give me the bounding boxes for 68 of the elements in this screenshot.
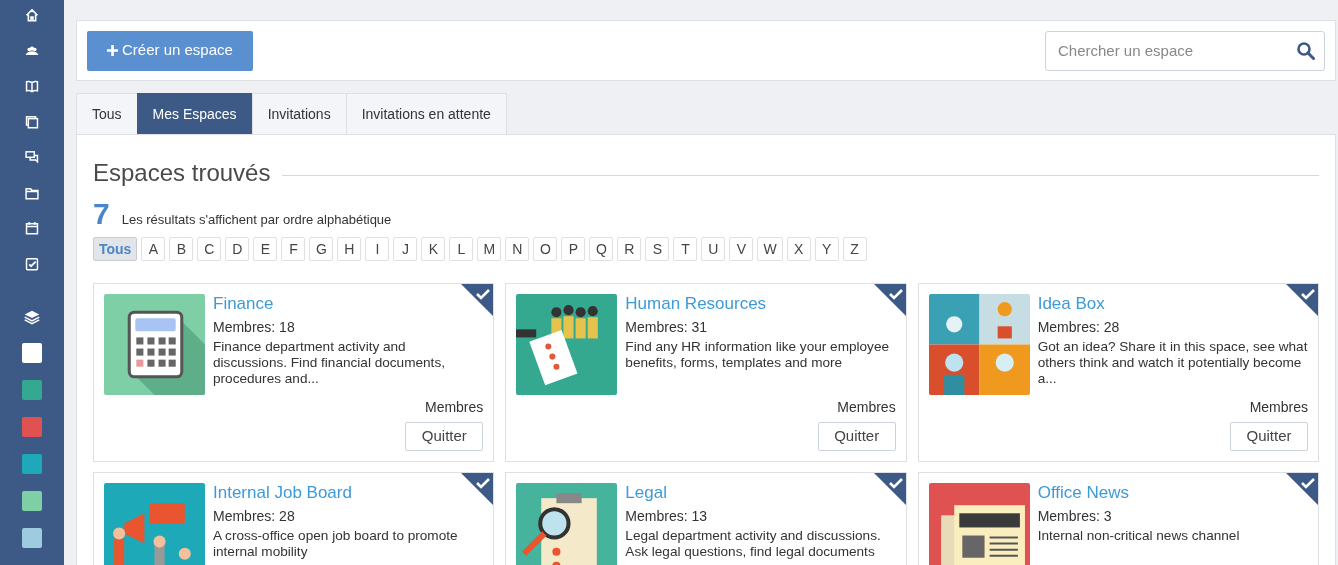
search-icon[interactable] [1297, 41, 1315, 60]
space-description: A cross-office open job board to promote internal mobility [213, 528, 459, 560]
member-count: Membres: 31 [625, 318, 709, 336]
letter-filter[interactable]: T [673, 237, 698, 261]
space-thumbnail[interactable] [22, 491, 42, 511]
member-count: Membres: 13 [625, 507, 709, 525]
space-thumbnail[interactable] [22, 417, 42, 437]
letter-filter[interactable]: N [505, 237, 530, 261]
tab[interactable]: Tous [76, 93, 138, 134]
letter-filter[interactable]: G [309, 237, 334, 261]
letter-filter[interactable]: F [281, 237, 306, 261]
space-thumbnail[interactable] [22, 528, 42, 548]
layers-icon[interactable] [23, 308, 41, 325]
member-count: Membres: 18 [213, 318, 296, 336]
letter-filter[interactable]: D [225, 237, 250, 261]
leave-button[interactable]: Quitter [817, 422, 896, 451]
letter-filter[interactable]: L [449, 237, 474, 261]
space-description: Internal non-critical news channel [1037, 528, 1241, 544]
letter-filter[interactable]: O [533, 237, 558, 261]
space-description: Finance department activity and discussions. Find financial documents, procedures and... [213, 339, 446, 387]
leave-button[interactable]: Quitter [1230, 422, 1308, 451]
letter-filter[interactable]: P [561, 237, 586, 261]
folder-icon[interactable] [24, 185, 40, 201]
tab[interactable]: Mes Espaces [136, 93, 253, 134]
result-count: 7 [93, 199, 110, 229]
tab[interactable]: Invitations en attente [345, 93, 507, 134]
home-icon[interactable] [24, 8, 40, 23]
book-icon[interactable] [24, 79, 40, 94]
letter-filter[interactable]: B [169, 237, 194, 261]
letter-filter[interactable]: I [365, 237, 390, 261]
tab[interactable]: Invitations [251, 93, 347, 134]
letter-filter[interactable]: U [701, 237, 726, 261]
leave-button[interactable]: Quitter [405, 422, 484, 451]
letter-filter[interactable]: Y [814, 237, 839, 261]
space-thumbnail[interactable] [22, 454, 42, 474]
calendar-icon[interactable] [24, 221, 40, 237]
chat-icon[interactable] [24, 150, 40, 165]
letter-filter[interactable]: M [477, 237, 502, 261]
plus-icon [107, 45, 118, 56]
space-description: Find any HR information like your employee benefits, forms, templates and more [625, 339, 890, 371]
member-count: Membres: 28 [213, 507, 296, 525]
letter-filter[interactable]: C [197, 237, 222, 261]
letter-filter[interactable]: J [393, 237, 418, 261]
letter-filter[interactable]: Z [842, 237, 867, 261]
space-description: Legal department activity and discussions. Ask legal questions, find legal documents [625, 528, 882, 560]
membership-role: Membres [423, 398, 484, 417]
space-thumbnail[interactable] [22, 343, 42, 363]
letter-filter[interactable]: H [337, 237, 362, 261]
member-count: Membres: 28 [1037, 318, 1121, 336]
letter-filter[interactable]: A [141, 237, 166, 261]
letter-filter[interactable]: K [421, 237, 446, 261]
letter-filter[interactable]: W [757, 237, 783, 261]
letter-filter[interactable]: Q [589, 237, 614, 261]
membership-role: Membres [1248, 398, 1308, 417]
section-heading: Espaces trouvés [93, 158, 271, 188]
letter-filter[interactable]: E [253, 237, 278, 261]
letter-filter[interactable]: V [729, 237, 754, 261]
windows-icon[interactable] [24, 114, 40, 130]
letter-filter[interactable]: X [786, 237, 811, 261]
membership-role: Membres [836, 398, 896, 417]
result-note: Les résultats s'affichent par ordre alphabétique [121, 210, 392, 229]
checkbox-icon[interactable] [24, 257, 40, 272]
letter-filter[interactable]: S [645, 237, 670, 261]
letter-filter[interactable]: R [617, 237, 642, 261]
search-field[interactable]: Chercher un espace [1045, 30, 1325, 71]
space-thumbnail[interactable] [22, 380, 42, 400]
member-count: Membres: 3 [1037, 507, 1113, 525]
space-description: Got an idea? Share it in this space, see what others think and watch it potentially become a... [1037, 339, 1308, 387]
